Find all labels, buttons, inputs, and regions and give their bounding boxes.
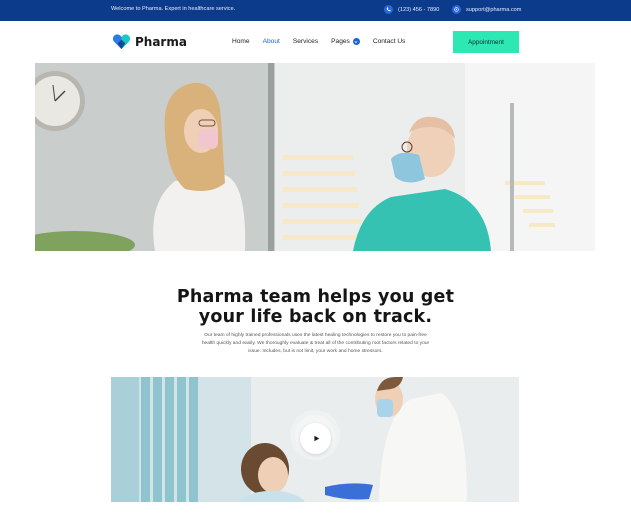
section-headline: Pharma team helps you get your life back… [140, 287, 491, 327]
headline-line-2: your life back on track. [198, 307, 433, 327]
main-header: Pharma Home About Services Pages Contact… [0, 21, 631, 63]
nav-contact[interactable]: Contact Us [373, 38, 406, 45]
welcome-text: Welcome to Pharma. Expert in healthcare … [111, 6, 236, 12]
email-address: support@pharma.com [466, 6, 522, 13]
chevron-down-icon [352, 38, 360, 45]
brand-name: Pharma [135, 34, 187, 49]
phone-number: (123) 456 - 7890 [398, 6, 440, 13]
nav-pages[interactable]: Pages [331, 38, 360, 45]
appointment-button[interactable]: Appointment [453, 31, 519, 53]
nav-services[interactable]: Services [293, 38, 318, 45]
hero-photo [35, 63, 595, 251]
main-nav: Home About Services Pages Contact Us [232, 38, 418, 45]
nav-about[interactable]: About [263, 38, 280, 45]
description-line-2: health quickly and easily. We thoroughly… [201, 341, 430, 347]
at-icon [452, 5, 461, 14]
top-bar: Welcome to Pharma. Expert in healthcare … [0, 0, 631, 21]
play-icon [313, 435, 319, 442]
email-contact[interactable]: support@pharma.com [452, 5, 521, 14]
phone-contact[interactable]: (123) 456 - 7890 [384, 5, 439, 14]
section-description: Our team of highly trained professionals… [178, 332, 453, 357]
hero-illustration [35, 63, 595, 251]
heart-logo-icon [112, 34, 131, 50]
site-logo[interactable]: Pharma [112, 32, 187, 51]
video-play-button[interactable] [300, 423, 331, 454]
nav-pages-label: Pages [331, 38, 350, 45]
nav-home[interactable]: Home [232, 38, 250, 45]
phone-icon [384, 5, 393, 14]
description-line-1: Our team of highly trained professionals… [204, 333, 427, 338]
description-line-3: issue. Includes, but is not limit, your … [248, 349, 383, 355]
headline-line-1: Pharma team helps you get [176, 287, 455, 307]
